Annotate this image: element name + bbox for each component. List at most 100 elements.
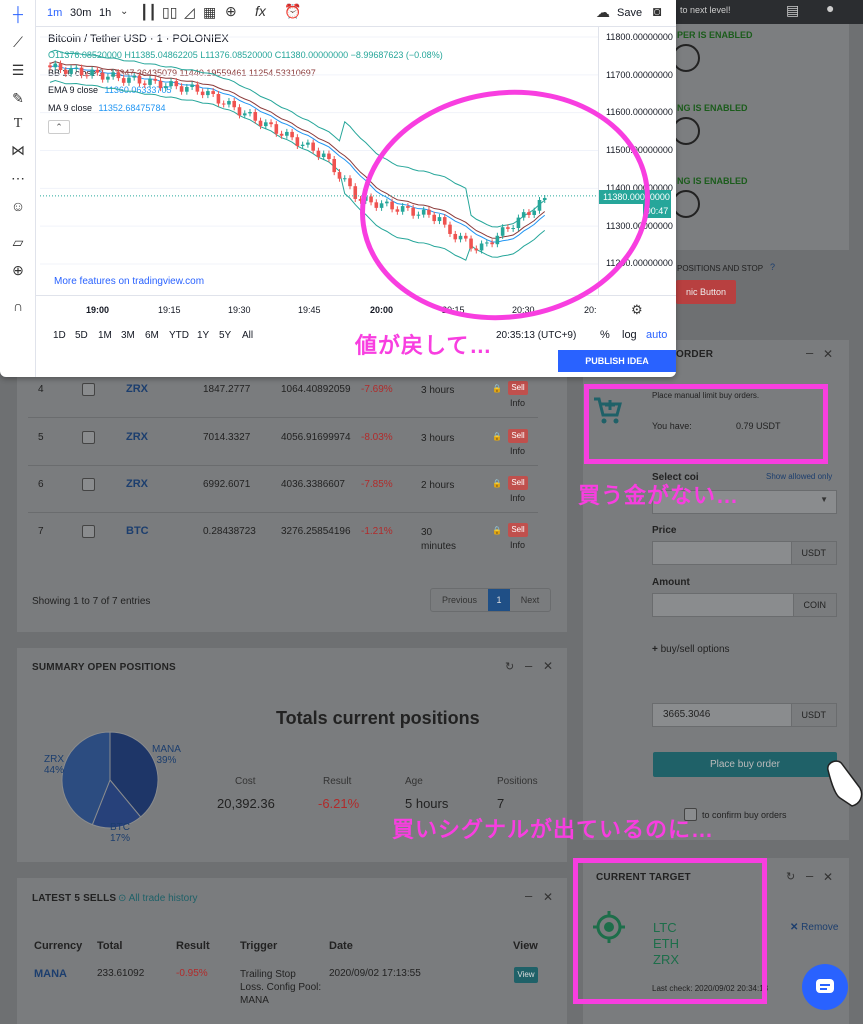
candle-body bbox=[248, 111, 252, 114]
crosshair-icon[interactable]: ┼ bbox=[9, 6, 27, 24]
prev-button[interactable]: Previous bbox=[431, 589, 488, 611]
percent-toggle[interactable]: % bbox=[600, 329, 610, 341]
range-5y[interactable]: 5Y bbox=[219, 330, 231, 341]
view-button[interactable]: View bbox=[514, 967, 538, 983]
candle-body bbox=[242, 113, 247, 116]
interval-chevron-icon[interactable]: ⌄ bbox=[120, 6, 128, 17]
help-icon[interactable]: ? bbox=[770, 262, 775, 272]
log-toggle[interactable]: log bbox=[622, 329, 637, 341]
toggle-2[interactable] bbox=[672, 117, 700, 145]
row-amount: 0.28438723 bbox=[203, 526, 256, 537]
candle-body bbox=[316, 150, 321, 158]
price-label: Price bbox=[652, 525, 677, 536]
range-5d[interactable]: 5D bbox=[75, 330, 88, 341]
fib-icon[interactable]: ☰ bbox=[9, 62, 27, 80]
text-icon[interactable]: T bbox=[9, 116, 27, 134]
next-button[interactable]: Next bbox=[510, 589, 550, 611]
ruler-icon[interactable]: ▱ bbox=[9, 234, 27, 252]
sells-close-icon[interactable]: ✕ bbox=[543, 890, 553, 904]
save-button[interactable]: Save bbox=[617, 7, 642, 19]
sell-button[interactable]: Sell bbox=[508, 476, 528, 490]
candle-body bbox=[169, 81, 173, 87]
total-input[interactable]: 3665.3046 USDT bbox=[652, 703, 837, 727]
interval-1m[interactable]: 1m bbox=[47, 7, 62, 19]
row-coin[interactable]: ZRX bbox=[126, 383, 148, 395]
camera-icon[interactable]: ◙ bbox=[653, 3, 661, 19]
target-refresh-icon[interactable]: ↻ bbox=[786, 870, 795, 883]
user-icon[interactable]: ● bbox=[826, 0, 834, 16]
publish-idea-button[interactable]: PUBLISH IDEA bbox=[558, 350, 676, 372]
page-1-button[interactable]: 1 bbox=[488, 589, 510, 611]
range-1d[interactable]: 1D bbox=[53, 330, 66, 341]
info-link[interactable]: Info bbox=[510, 493, 525, 503]
alarm-icon[interactable]: ⏰ bbox=[284, 3, 301, 20]
interval-1h[interactable]: 1h bbox=[99, 7, 111, 19]
row-coin[interactable]: BTC bbox=[126, 525, 149, 537]
sell-button[interactable]: Sell bbox=[508, 429, 528, 443]
row-checkbox[interactable] bbox=[82, 525, 95, 538]
sells-col-header: Total bbox=[97, 940, 123, 952]
auto-toggle[interactable]: auto bbox=[646, 329, 667, 341]
trendline-icon[interactable]: ⟋ bbox=[9, 34, 27, 52]
range-ytd[interactable]: YTD bbox=[169, 330, 189, 341]
close-icon[interactable]: ✕ bbox=[543, 659, 553, 673]
remove-link[interactable]: ✕ Remove bbox=[790, 922, 838, 933]
remove-label: Remove bbox=[801, 922, 839, 933]
info-link[interactable]: Info bbox=[510, 540, 525, 550]
options-toggle[interactable]: + buy/sell options bbox=[652, 644, 730, 655]
sell-row-coin[interactable]: MANA bbox=[34, 968, 67, 980]
brush-icon[interactable]: ✎ bbox=[9, 90, 27, 108]
row-checkbox[interactable] bbox=[82, 383, 95, 396]
candle-style-icon[interactable]: ▯▯ bbox=[162, 4, 177, 21]
chat-icon[interactable]: ▤ bbox=[786, 2, 799, 19]
compare-icon[interactable]: ◿ bbox=[184, 4, 195, 21]
sells-minimize-icon[interactable]: – bbox=[525, 888, 532, 903]
candle-body bbox=[332, 159, 337, 173]
row-coin[interactable]: ZRX bbox=[126, 431, 148, 443]
sell-button[interactable]: Sell bbox=[508, 381, 528, 395]
price-input[interactable]: USDT bbox=[652, 541, 837, 565]
sell-button[interactable]: Sell bbox=[508, 523, 528, 537]
annotation-ellipse bbox=[360, 89, 650, 321]
toggle-1[interactable] bbox=[672, 44, 700, 72]
amount-input[interactable]: COIN bbox=[652, 593, 837, 617]
time-tick: 19:00 bbox=[86, 305, 110, 315]
sell-row-total: 233.61092 bbox=[97, 968, 145, 979]
target-minimize-icon[interactable]: – bbox=[806, 868, 813, 883]
show-allowed-link[interactable]: Show allowed only bbox=[766, 472, 832, 481]
order-minimize-icon[interactable]: – bbox=[806, 345, 813, 360]
target-close-icon[interactable]: ✕ bbox=[823, 870, 833, 884]
range-all[interactable]: All bbox=[242, 330, 253, 341]
add-indicator-icon[interactable]: ⊕ bbox=[225, 3, 237, 20]
info-link[interactable]: Info bbox=[510, 446, 525, 456]
fx-icon[interactable]: fx bbox=[255, 3, 266, 19]
range-1m[interactable]: 1M bbox=[98, 330, 112, 341]
forecast-icon[interactable]: ⋯ bbox=[9, 170, 27, 188]
bar-style-icon[interactable]: ┃┃ bbox=[140, 4, 157, 21]
place-buy-button[interactable]: Place buy order bbox=[653, 752, 837, 777]
zoom-icon[interactable]: ⊕ bbox=[9, 262, 27, 280]
order-close-icon[interactable]: ✕ bbox=[823, 347, 833, 361]
candle-body bbox=[185, 86, 189, 92]
minimize-icon[interactable]: – bbox=[525, 658, 532, 673]
row-checkbox[interactable] bbox=[82, 431, 95, 444]
chat-bubble-button[interactable] bbox=[802, 964, 848, 1010]
row-divider bbox=[28, 512, 538, 513]
magnet-icon[interactable]: ∩ bbox=[9, 298, 27, 316]
emoji-icon[interactable]: ☺ bbox=[9, 198, 27, 216]
row-number: 5 bbox=[38, 432, 44, 443]
interval-30m[interactable]: 30m bbox=[70, 7, 91, 19]
row-checkbox[interactable] bbox=[82, 478, 95, 491]
pattern-icon[interactable]: ⋈ bbox=[9, 142, 27, 160]
template-icon[interactable]: ▦ bbox=[203, 4, 216, 21]
panic-button[interactable]: nic Button bbox=[676, 280, 736, 304]
sells-col-header: View bbox=[513, 940, 538, 952]
range-3m[interactable]: 3M bbox=[121, 330, 135, 341]
range-1y[interactable]: 1Y bbox=[197, 330, 209, 341]
refresh-icon[interactable]: ↻ bbox=[505, 660, 514, 673]
toggle-3[interactable] bbox=[672, 190, 700, 218]
info-link[interactable]: Info bbox=[510, 398, 525, 408]
row-coin[interactable]: ZRX bbox=[126, 478, 148, 490]
history-link[interactable]: ⊙ All trade history bbox=[118, 893, 198, 904]
range-6m[interactable]: 6M bbox=[145, 330, 159, 341]
